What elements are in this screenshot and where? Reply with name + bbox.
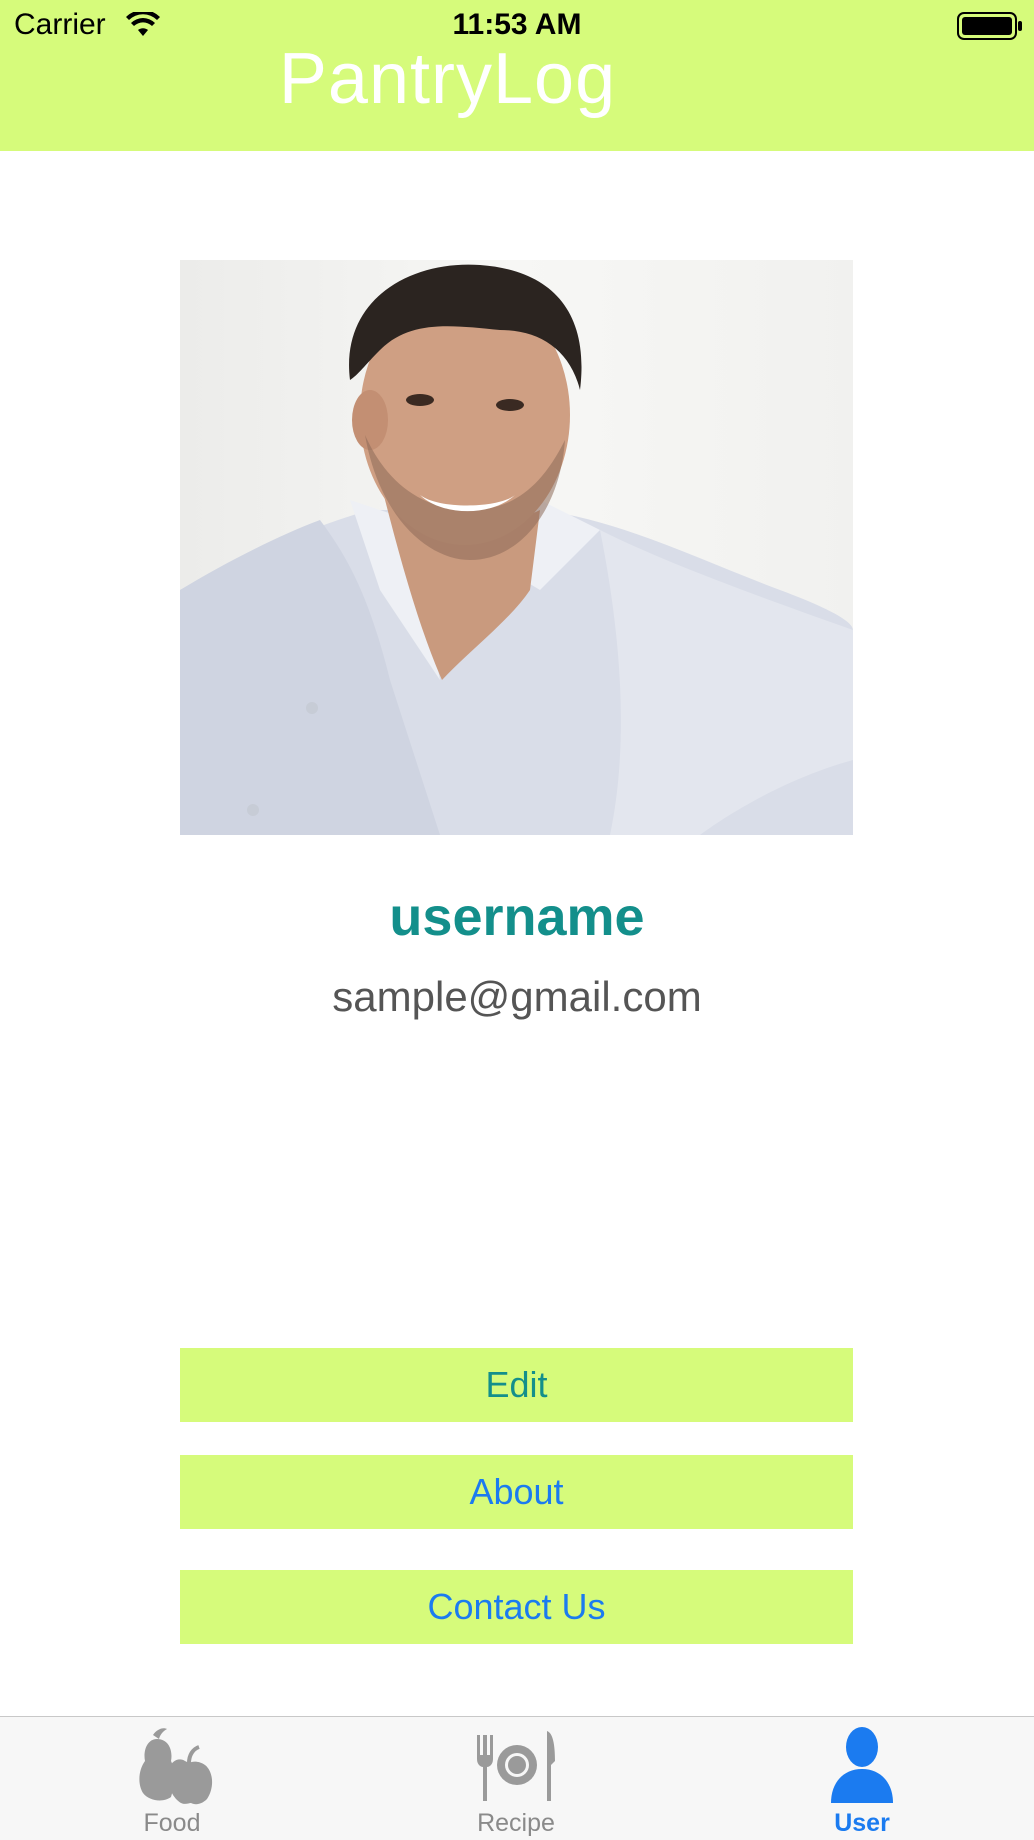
tab-food[interactable]: Food bbox=[22, 1717, 322, 1840]
battery-icon bbox=[957, 12, 1022, 40]
recipe-icon bbox=[477, 1731, 555, 1801]
contact-us-button[interactable]: Contact Us bbox=[180, 1570, 853, 1644]
tab-user-label: User bbox=[834, 1809, 890, 1837]
profile-photo bbox=[180, 260, 853, 835]
about-button[interactable]: About bbox=[180, 1455, 853, 1529]
navigation-header: Carrier 11:53 AM PantryLog bbox=[0, 0, 1034, 151]
status-time: 11:53 AM bbox=[452, 8, 582, 41]
email-label: sample@gmail.com bbox=[332, 973, 702, 1020]
tab-food-label: Food bbox=[143, 1809, 201, 1837]
username-label: username bbox=[389, 887, 645, 947]
tab-bar: Food Recipe User bbox=[0, 1716, 1034, 1840]
tab-recipe[interactable]: Recipe bbox=[366, 1717, 666, 1840]
tab-recipe-label: Recipe bbox=[477, 1809, 555, 1837]
user-icon bbox=[831, 1727, 893, 1803]
tab-user[interactable]: User bbox=[712, 1717, 1012, 1840]
app-title: PantryLog bbox=[278, 39, 617, 119]
edit-button[interactable]: Edit bbox=[180, 1348, 853, 1422]
food-icon bbox=[139, 1728, 213, 1805]
